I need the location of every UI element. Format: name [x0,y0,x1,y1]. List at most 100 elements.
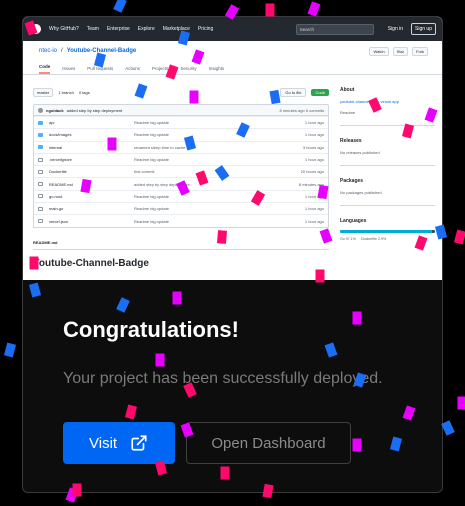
deploy-success-card: Why GitHub? Team Enterprise Explore Mark… [22,16,443,493]
nav-item: Why GitHub? [49,26,79,32]
stage: Why GitHub? Team Enterprise Explore Mark… [0,0,465,506]
file-time: 1 hour ago [304,218,324,224]
language-go: Go 97.1% [340,237,356,241]
open-dashboard-button[interactable]: Open Dashboard [186,422,351,464]
file-icon [38,194,43,199]
about-title: About [340,87,355,93]
repo-main-column: master 1 branch 0 tags Go to file Code n… [33,87,329,269]
avatar [38,107,43,113]
file-name: vercel.json [49,218,69,224]
readme-link: Readme [340,110,356,115]
tab-projects: Projects [152,66,169,71]
file-name: internal [49,144,63,150]
table-row: main.go Readme big update 1 hour ago [34,202,328,214]
repo-heading: ntec-io / Youtube-Channel-Badge Watch St… [23,41,442,61]
file-name: README.md [49,181,73,187]
file-commit-message: added step by step deployment [134,181,190,187]
language-dockerfile: Dockerfile 2.9% [360,237,387,241]
nav-item: Enterprise [106,26,130,32]
file-table: api Readme big update 1 hour ago docs/image… [33,116,329,228]
file-icon [38,157,43,162]
file-name: main.go [49,206,64,212]
github-nav: Why GitHub? Team Enterprise Explore Mark… [49,26,213,32]
star-button: Star [392,46,408,56]
file-name: .vercelignore [49,157,72,163]
packages-title: Packages [340,178,364,184]
deployment-preview[interactable]: Why GitHub? Team Enterprise Explore Mark… [23,17,442,280]
visit-button[interactable]: Visit [63,422,175,464]
file-name: api [49,120,55,126]
confetti-piece [113,0,127,13]
branch-selector: master [33,88,54,97]
commit-author: ngoldack [46,107,64,113]
repo-tabs: Code Issues Pull requests Actions Projec… [23,61,442,75]
language-bar-go [340,230,433,233]
confetti-piece [457,396,465,410]
confetti-piece [265,3,275,17]
language-legend: Go 97.1% Dockerfile 2.9% [340,237,435,241]
tab-actions: Actions [125,66,141,71]
file-commit-message: Readme big update [134,157,169,163]
table-row: go.mod Readme big update 1 hour ago [34,189,328,202]
table-row: vercel.json Readme big update 1 hour ago [34,214,328,226]
file-commit-message: Readme big update [134,120,169,126]
packages-text: No packages published [340,190,382,195]
file-name: go.mod [49,193,63,199]
sign-up-button: Sign up [411,23,436,35]
table-row: api Readme big update 1 hour ago [34,116,328,128]
language-bar-dockerfile [432,230,435,233]
github-search: Search [295,23,374,35]
file-name: Dockerfile [49,169,67,175]
file-commit-message: renamed sleep time to cache time [134,144,195,150]
confetti-piece [307,1,321,17]
readme-label: README.md [33,240,329,250]
github-logo-icon [31,24,41,34]
repo-body: master 1 branch 0 tags Go to file Code n… [23,75,442,280]
file-commit-message: Readme big update [134,206,169,212]
github-header: Why GitHub? Team Enterprise Explore Mark… [23,17,442,41]
folder-icon [38,120,43,125]
go-to-file-button: Go to file [280,88,307,97]
file-time: 1 hour ago [304,193,324,199]
external-link-icon [131,435,147,451]
file-icon [38,206,43,211]
repo-sidebar: About youtube-channel-stats.vercel.app R… [340,87,435,241]
divider [340,165,435,166]
code-button: Code [311,89,329,96]
tab-insights: Insights [208,66,225,71]
tab-issues: Issues [62,66,76,71]
latest-commit-bar: ngoldack added step by step deployment 8… [33,104,329,116]
file-icon [38,219,43,224]
table-row: docs/images Readme big update 1 hour ago [34,128,328,140]
confetti-piece [3,342,17,358]
repo-separator: / [61,48,63,54]
watch-button: Watch [369,46,389,56]
confetti-piece [441,420,455,436]
file-time: 1 hour ago [304,206,324,212]
file-time: 20 hours ago [300,169,324,175]
releases-title: Releases [340,138,362,144]
languages-title: Languages [340,218,367,224]
sign-in-link: Sign in [387,26,404,32]
file-commit-message: first commit [134,169,155,175]
file-time: 1 hour ago [304,132,324,138]
nav-item: Team [86,26,99,32]
divider [340,125,435,126]
branch-count: 1 branch [58,90,74,95]
tag-count: 0 tags [78,90,90,95]
divider [340,205,435,206]
commit-message: added step by step deployment [66,107,123,113]
confetti-piece [453,229,465,245]
file-time: 1 hour ago [304,157,324,163]
tab-security: Security [180,66,197,71]
tab-code: Code [39,64,51,74]
table-row: internal renamed sleep time to cache time… [34,140,328,153]
file-time: 8 minutes ago [298,181,324,187]
file-icon [38,182,43,187]
file-icon [38,169,43,174]
readme-title: Youtube-Channel-Badge [33,257,149,269]
nav-item: Marketplace [162,26,190,32]
repo-actions: Watch Star Fork [369,46,428,56]
commit-meta: 8 minutes ago 6 commits [279,107,324,113]
fork-button: Fork [412,46,428,56]
